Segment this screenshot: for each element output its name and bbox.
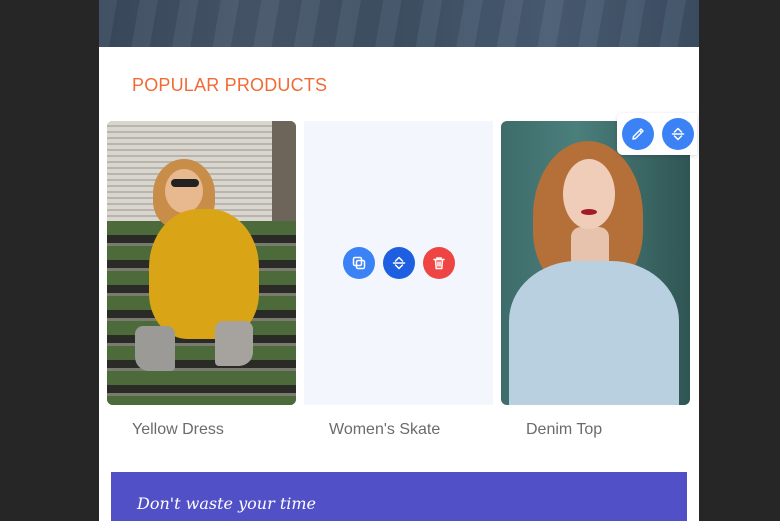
pencil-icon bbox=[632, 128, 644, 140]
edit-button[interactable] bbox=[622, 118, 654, 150]
hero-image bbox=[99, 0, 699, 47]
product-image-yellow-dress[interactable] bbox=[107, 121, 296, 405]
promo-banner[interactable]: Don't waste your time bbox=[111, 472, 687, 521]
move-icon bbox=[392, 256, 406, 270]
move-icon bbox=[671, 127, 685, 141]
editor-canvas: POPULAR PRODUCTS Yellow Dress Women's Sk… bbox=[99, 0, 699, 521]
duplicate-icon bbox=[352, 256, 366, 270]
move-button[interactable] bbox=[662, 118, 694, 150]
product-name[interactable]: Denim Top bbox=[526, 421, 602, 439]
banner-text: Don't waste your time bbox=[137, 494, 317, 513]
product-name[interactable]: Yellow Dress bbox=[132, 421, 224, 439]
duplicate-button[interactable] bbox=[343, 247, 375, 279]
delete-button[interactable] bbox=[423, 247, 455, 279]
block-toolbar bbox=[617, 113, 697, 155]
move-button[interactable] bbox=[383, 247, 415, 279]
product-image-denim-top[interactable] bbox=[501, 121, 690, 405]
product-name[interactable]: Women's Skate bbox=[329, 421, 440, 439]
trash-icon bbox=[433, 257, 445, 270]
section-title: POPULAR PRODUCTS bbox=[132, 75, 328, 95]
